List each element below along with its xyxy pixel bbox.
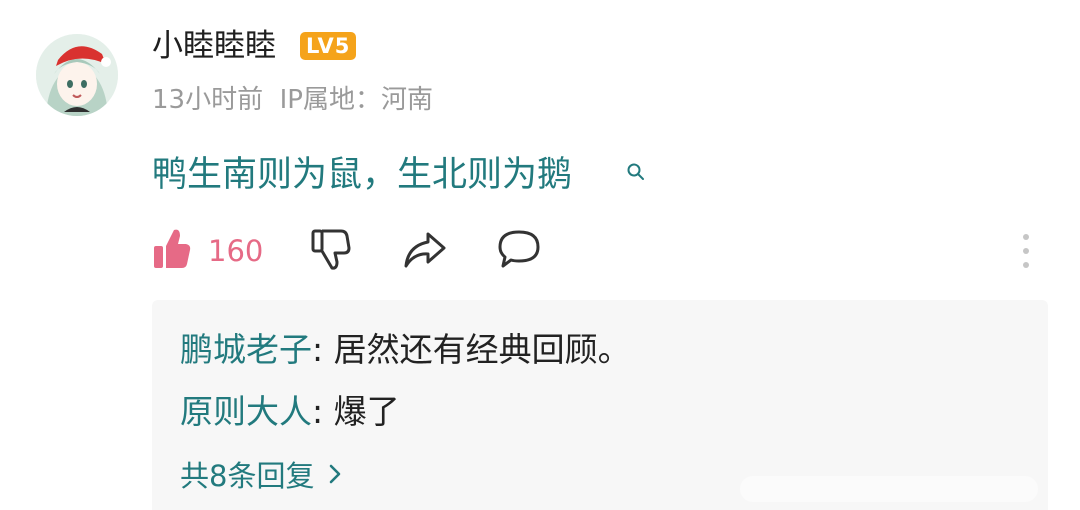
chevron-right-icon bbox=[314, 454, 342, 498]
thumbs-down-icon bbox=[308, 229, 354, 276]
more-replies-label: 共8条回复 bbox=[180, 459, 315, 493]
reply-separator: : bbox=[312, 330, 334, 369]
level-badge: LV5 bbox=[300, 32, 357, 60]
reply-item[interactable]: 鹏城老子: 居然还有经典回顾。 bbox=[180, 326, 631, 374]
ip-label: IP属地： bbox=[279, 85, 381, 115]
dislike-button[interactable] bbox=[308, 226, 354, 276]
thumbs-up-icon bbox=[152, 226, 192, 276]
more-replies-link[interactable]: 共8条回复 bbox=[180, 454, 342, 498]
search-icon[interactable] bbox=[626, 162, 646, 186]
comment-bubble-icon bbox=[496, 230, 542, 276]
ip-location: 河南 bbox=[380, 85, 433, 115]
reply-text: 爆了 bbox=[333, 392, 400, 431]
reply-button[interactable] bbox=[496, 226, 542, 276]
reply-author[interactable]: 原则大人 bbox=[180, 392, 312, 431]
share-button[interactable] bbox=[402, 226, 448, 276]
reply-separator: : bbox=[312, 392, 334, 431]
comment-meta: 13小时前 IP属地：河南 bbox=[152, 80, 433, 120]
time-ago: 13小时前 bbox=[152, 85, 264, 115]
reply-author[interactable]: 鹏城老子 bbox=[180, 330, 312, 369]
more-dot bbox=[1023, 248, 1029, 254]
comment-text[interactable]: 鸭生南则为鼠，生北则为鹅 bbox=[152, 150, 572, 200]
more-dot bbox=[1023, 262, 1029, 268]
share-icon bbox=[402, 232, 448, 276]
watermark bbox=[740, 476, 1038, 502]
reply-item[interactable]: 原则大人: 爆了 bbox=[180, 388, 400, 436]
avatar[interactable] bbox=[36, 34, 118, 116]
more-dot bbox=[1023, 234, 1029, 240]
like-count: 160 bbox=[208, 234, 264, 268]
username[interactable]: 小睦睦睦 bbox=[152, 24, 276, 68]
avatar-illustration bbox=[36, 34, 118, 116]
reply-text: 居然还有经典回顾。 bbox=[333, 330, 631, 369]
like-button[interactable]: 160 bbox=[152, 226, 263, 276]
more-vertical-icon[interactable] bbox=[1014, 232, 1038, 272]
